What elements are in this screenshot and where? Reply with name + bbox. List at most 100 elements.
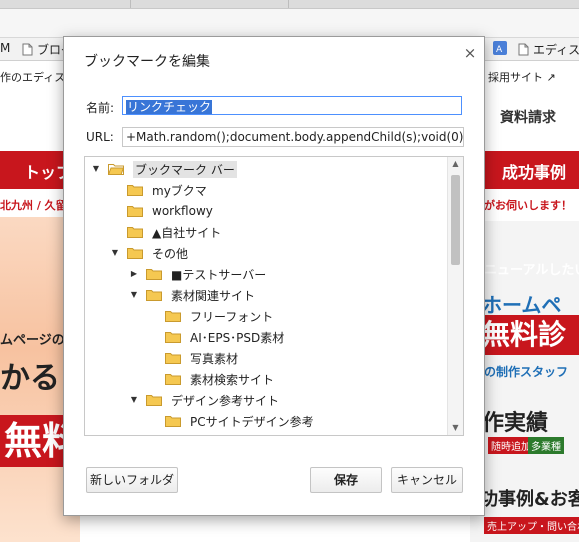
recruit-link[interactable]: 採用サイト ↗ [488, 69, 556, 85]
triangle-down-icon[interactable]: ▼ [128, 289, 140, 301]
hero-free-text: 無料 [0, 415, 80, 467]
recruit-link-label: 採用サイト [488, 71, 543, 84]
hero-right-homepage: ホームペ [482, 293, 562, 317]
browser-tab-strip [0, 0, 579, 9]
triangle-down-icon[interactable]: ▼ [109, 247, 121, 259]
page-icon [518, 43, 529, 56]
scroll-down-icon[interactable]: ▼ [448, 421, 463, 435]
scroll-up-icon[interactable]: ▲ [448, 157, 463, 171]
tree-row[interactable]: ▼ その他 [109, 243, 188, 263]
tree-row[interactable]: workflowy [109, 201, 213, 221]
tree-row[interactable]: ▼ ブックマーク バー [90, 159, 237, 179]
tree-row-label: ブックマーク バー [133, 160, 237, 178]
hero-right-free: 無料診 [476, 315, 579, 355]
site-tagline: 作のエディス [0, 71, 66, 84]
hero-right-heading: ニューアルしたい [484, 263, 579, 278]
svg-text:A: A [496, 45, 503, 55]
hero-kana-big: かる [0, 361, 60, 396]
folder-icon [146, 395, 162, 406]
tree-row-label: フリーフォント [190, 309, 274, 324]
folder-icon [127, 248, 143, 259]
tree-row-label: 素材検索サイト [190, 372, 275, 387]
url-label: URL: [86, 130, 114, 144]
bookmark-item[interactable]: M [0, 41, 10, 55]
folder-icon [146, 269, 162, 280]
browser-address-bar[interactable] [0, 9, 579, 38]
hero-right-sales: 売上アップ・問い合わせ [484, 517, 579, 534]
tree-row-label: ▲自社サイト [152, 225, 222, 240]
tree-row[interactable]: ▲自社サイト [109, 222, 221, 242]
folder-icon [165, 332, 181, 343]
folder-icon [127, 227, 143, 238]
browser-tab[interactable] [288, 0, 439, 8]
triangle-right-icon[interactable]: ▶ [128, 268, 140, 280]
scrollbar-thumb[interactable] [451, 175, 460, 265]
tree-row[interactable]: AI･EPS･PSD素材 [147, 327, 284, 347]
page-icon [22, 43, 33, 56]
tree-scrollbar[interactable]: ▲ ▼ [447, 157, 463, 435]
triangle-down-icon[interactable]: ▼ [128, 394, 140, 406]
bookmark-label: エディス [533, 43, 579, 57]
tree-row-label: 写真素材 [190, 351, 239, 366]
new-folder-button[interactable]: 新しいフォルダ [86, 467, 178, 493]
hero-kana-small: ムページの [0, 333, 65, 348]
cancel-button[interactable]: キャンセル [391, 467, 463, 493]
hero-right-staff: の制作スタッフ [484, 365, 569, 379]
bookmark-url-input[interactable]: +Math.random();document.body.appendChild… [122, 127, 464, 147]
edit-bookmark-dialog: ブックマークを編集 × 名前: リンクチェック URL: +Math.rando… [63, 36, 485, 516]
folder-icon [165, 353, 181, 364]
request-materials-button[interactable]: 資料請求 [500, 107, 556, 127]
tree-row[interactable]: 写真素材 [147, 348, 238, 368]
hero-right-results[interactable]: 作実績 [482, 405, 548, 437]
folder-icon [165, 311, 181, 322]
tree-row[interactable]: ▼ 素材関連サイト [128, 285, 255, 305]
tree-row[interactable]: ▶ ■テストサーバー [128, 264, 266, 284]
tree-row[interactable]: 素材検索サイト [147, 369, 274, 389]
translate-icon: A [493, 41, 507, 55]
translate-icon-button[interactable]: A [493, 41, 507, 55]
nav-cases[interactable]: 成功事例 [502, 159, 566, 183]
tree-row-label: AI･EPS･PSD素材 [190, 330, 285, 345]
save-button[interactable]: 保存 [310, 467, 382, 493]
tree-row[interactable]: PCサイトデザイン参考 [147, 411, 314, 431]
bookmark-label: M [0, 41, 11, 55]
tree-row-label: myブクマ [152, 183, 207, 198]
name-label: 名前: [86, 101, 115, 115]
tree-row-label: その他 [152, 246, 189, 261]
folder-open-icon [108, 164, 124, 175]
tag-badge: 多業種 [528, 437, 564, 454]
folder-icon [127, 206, 143, 217]
folder-icon [165, 374, 181, 385]
tree-row-label: デザイン参考サイト [171, 393, 280, 408]
tree-row[interactable]: ▼ デザイン参考サイト [128, 390, 279, 410]
hero-right-cases[interactable]: 功事例&お客 [480, 485, 579, 511]
folder-icon [127, 185, 143, 196]
folder-icon [165, 416, 181, 427]
browser-tab[interactable] [130, 0, 281, 8]
external-link-icon: ↗ [546, 71, 556, 84]
area-text-right: がお伺いします！ [484, 199, 572, 212]
tree-row-label: ■テストサーバー [171, 267, 267, 282]
tree-row-label: 素材関連サイト [171, 288, 256, 303]
folder-icon [146, 290, 162, 301]
tree-row[interactable]: フリーフォント [147, 306, 273, 326]
area-text-left: 北九州 / 久留 [0, 199, 67, 212]
tree-row-label: PCサイトデザイン参考 [190, 414, 314, 429]
dialog-title: ブックマークを編集 [84, 54, 210, 70]
bookmark-name-input[interactable]: リンクチェック [122, 96, 462, 115]
folder-tree[interactable]: ▼ ブックマーク バー myブクマ workflowy ▲自社サイト ▼ その他 ▶ ■テストサ… [84, 156, 464, 436]
tree-row-label: workflowy [152, 204, 213, 218]
bookmark-item[interactable]: エディス [518, 41, 579, 58]
close-icon[interactable]: × [462, 45, 478, 61]
name-value: リンクチェック [126, 100, 213, 114]
tree-row[interactable]: myブクマ [109, 180, 207, 200]
triangle-down-icon[interactable]: ▼ [90, 163, 102, 175]
